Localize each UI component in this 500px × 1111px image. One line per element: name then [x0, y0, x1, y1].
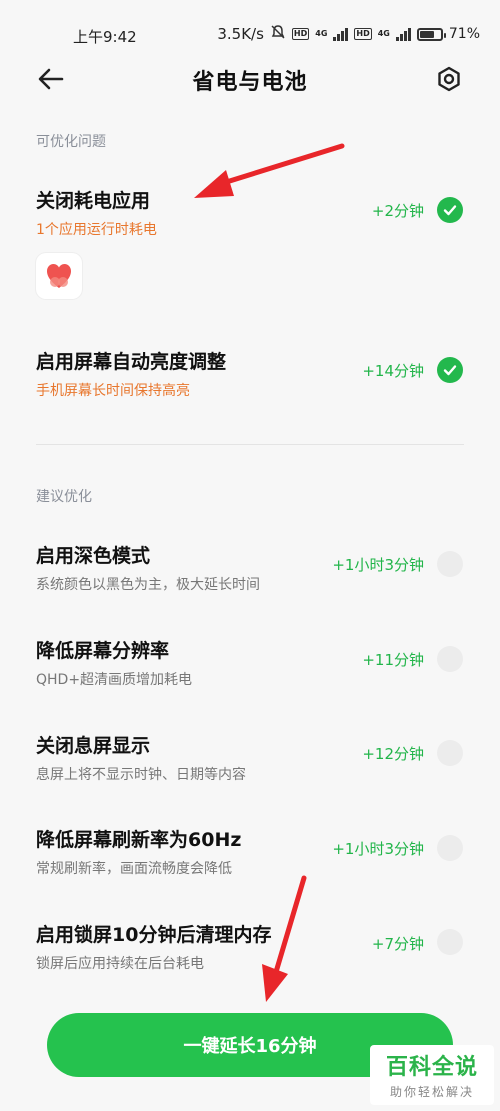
- hd-badge: HD: [354, 28, 372, 40]
- section-label-suggested: 建议优化: [36, 489, 92, 505]
- unchecked-circle-icon[interactable]: [437, 740, 463, 766]
- hd-badge: HD: [291, 28, 310, 40]
- status-time: 上午9:42: [73, 28, 137, 46]
- item-subtitle: QHD+超清画质增加耗电: [36, 672, 193, 688]
- item-gain: +1小时3分钟: [332, 840, 424, 858]
- battery-percent: 71%: [448, 26, 480, 42]
- network-type: 4G: [315, 29, 328, 38]
- unchecked-circle-icon[interactable]: [437, 551, 463, 577]
- item-subtitle: 锁屏后应用持续在后台耗电: [36, 956, 204, 972]
- watermark-logo: 百科全说 助你轻松解决: [370, 1045, 494, 1105]
- battery-icon: [416, 27, 446, 41]
- unchecked-circle-icon[interactable]: [437, 835, 463, 861]
- page-title: 省电与电池: [192, 70, 308, 95]
- divider: [36, 444, 464, 445]
- checkmark-icon[interactable]: [437, 357, 463, 383]
- network-type: 4G: [377, 29, 390, 38]
- mute-bell-icon: [270, 24, 286, 44]
- header: 省电与电池: [0, 56, 500, 102]
- checkmark-icon[interactable]: [437, 197, 463, 223]
- unchecked-circle-icon[interactable]: [437, 929, 463, 955]
- item-gain: +7分钟: [371, 935, 424, 953]
- status-indicators: 3.5K/s HD 4G HD 4G 71%: [217, 24, 480, 44]
- signal-icon: [395, 27, 411, 41]
- item-subtitle: 系统颜色以黑色为主，极大延长时间: [36, 577, 260, 593]
- item-subtitle: 息屏上将不显示时钟、日期等内容: [36, 767, 246, 783]
- item-gain: +12分钟: [362, 745, 424, 763]
- settings-icon[interactable]: [434, 64, 464, 94]
- item-gain: +1小时3分钟: [332, 556, 424, 574]
- item-gain: +11分钟: [362, 651, 424, 669]
- network-speed: 3.5K/s: [217, 25, 264, 43]
- watermark-title: 百科全说: [385, 1055, 478, 1080]
- section-label-optimizable: 可优化问题: [36, 134, 106, 150]
- unchecked-circle-icon[interactable]: [437, 646, 463, 672]
- item-subtitle: 1个应用运行时耗电: [36, 222, 157, 238]
- item-subtitle: 手机屏幕长时间保持高亮: [36, 383, 190, 399]
- watermark-subtitle: 助你轻松解决: [389, 1085, 474, 1099]
- item-gain: +2分钟: [371, 202, 424, 220]
- item-gain: +14分钟: [362, 362, 424, 380]
- app-heart-icon[interactable]: [36, 253, 82, 299]
- signal-icon: [333, 27, 349, 41]
- item-subtitle: 常规刷新率，画面流畅度会降低: [36, 861, 232, 877]
